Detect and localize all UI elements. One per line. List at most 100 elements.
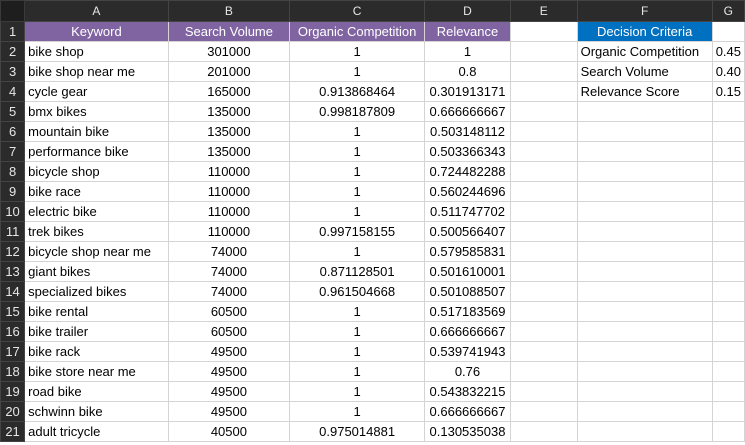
- organic-competition-cell[interactable]: 0.871128501: [289, 261, 426, 282]
- relevance-cell[interactable]: 0.503366343: [424, 141, 511, 162]
- cell[interactable]: [509, 121, 578, 142]
- search-volume-cell[interactable]: 110000: [167, 201, 291, 222]
- cell[interactable]: [576, 241, 713, 262]
- cell[interactable]: [711, 181, 745, 202]
- search-volume-cell[interactable]: 60500: [167, 321, 291, 342]
- organic-competition-cell[interactable]: 1: [289, 401, 426, 422]
- relevance-cell[interactable]: 0.8: [424, 61, 511, 82]
- column-header-f[interactable]: F: [576, 0, 713, 22]
- relevance-cell[interactable]: 0.666666667: [424, 101, 511, 122]
- cell[interactable]: [711, 101, 745, 122]
- organic-competition-cell[interactable]: 1: [289, 241, 426, 262]
- keyword-cell[interactable]: bicycle shop near me: [24, 241, 169, 262]
- row-header[interactable]: 2: [0, 41, 26, 62]
- keyword-cell[interactable]: bike rack: [24, 341, 169, 362]
- organic-competition-cell[interactable]: 0.961504668: [289, 281, 426, 302]
- keyword-cell[interactable]: bicycle shop: [24, 161, 169, 182]
- relevance-cell[interactable]: 0.501088507: [424, 281, 511, 302]
- relevance-cell[interactable]: 0.666666667: [424, 321, 511, 342]
- relevance-cell[interactable]: 0.130535038: [424, 421, 511, 442]
- organic-competition-cell[interactable]: 1: [289, 381, 426, 402]
- row-header[interactable]: 6: [0, 121, 26, 142]
- relevance-cell[interactable]: 0.666666667: [424, 401, 511, 422]
- cell[interactable]: [576, 401, 713, 422]
- relevance-cell[interactable]: 0.517183569: [424, 301, 511, 322]
- cell[interactable]: [509, 81, 578, 102]
- row-header[interactable]: 19: [0, 381, 26, 402]
- keyword-cell[interactable]: bike race: [24, 181, 169, 202]
- cell[interactable]: [576, 181, 713, 202]
- keyword-cell[interactable]: schwinn bike: [24, 401, 169, 422]
- row-header[interactable]: 11: [0, 221, 26, 242]
- cell[interactable]: [509, 401, 578, 422]
- search-volume-cell[interactable]: 110000: [167, 221, 291, 242]
- cell[interactable]: [711, 341, 745, 362]
- relevance-header-cell[interactable]: Relevance: [424, 21, 511, 42]
- cell[interactable]: [711, 421, 745, 442]
- row-header[interactable]: 7: [0, 141, 26, 162]
- row-header[interactable]: 16: [0, 321, 26, 342]
- organic-competition-cell[interactable]: 0.913868464: [289, 81, 426, 102]
- criteria-weight-cell[interactable]: 0.40: [711, 61, 745, 82]
- keyword-cell[interactable]: bike trailer: [24, 321, 169, 342]
- search-volume-cell[interactable]: 301000: [167, 41, 291, 62]
- organic-competition-cell[interactable]: 1: [289, 321, 426, 342]
- cell[interactable]: [576, 381, 713, 402]
- row-header[interactable]: 15: [0, 301, 26, 322]
- relevance-cell[interactable]: 0.579585831: [424, 241, 511, 262]
- keyword-cell[interactable]: specialized bikes: [24, 281, 169, 302]
- cell[interactable]: [711, 121, 745, 142]
- row-header[interactable]: 12: [0, 241, 26, 262]
- search-volume-cell[interactable]: 135000: [167, 141, 291, 162]
- relevance-cell[interactable]: 0.560244696: [424, 181, 511, 202]
- cell[interactable]: [509, 321, 578, 342]
- cell[interactable]: [711, 401, 745, 422]
- search-volume-cell[interactable]: 60500: [167, 301, 291, 322]
- organic-competition-cell[interactable]: 0.997158155: [289, 221, 426, 242]
- criteria-label-cell[interactable]: Organic Competition: [576, 41, 713, 62]
- cell[interactable]: [711, 361, 745, 382]
- search-volume-cell[interactable]: 49500: [167, 361, 291, 382]
- organic-competition-cell[interactable]: 1: [289, 301, 426, 322]
- cell[interactable]: [711, 141, 745, 162]
- cell[interactable]: [576, 421, 713, 442]
- search-volume-cell[interactable]: 49500: [167, 401, 291, 422]
- cell[interactable]: [711, 321, 745, 342]
- cell[interactable]: [711, 261, 745, 282]
- cell[interactable]: [711, 201, 745, 222]
- cell[interactable]: [509, 201, 578, 222]
- search-volume-cell[interactable]: 201000: [167, 61, 291, 82]
- keyword-header-cell[interactable]: Keyword: [24, 21, 169, 42]
- relevance-cell[interactable]: 0.301913171: [424, 81, 511, 102]
- cell[interactable]: [509, 421, 578, 442]
- cell[interactable]: [711, 21, 745, 42]
- organic-competition-cell[interactable]: 1: [289, 41, 426, 62]
- row-header[interactable]: 21: [0, 421, 26, 442]
- cell[interactable]: [509, 381, 578, 402]
- relevance-cell[interactable]: 0.539741943: [424, 341, 511, 362]
- search-volume-cell[interactable]: 49500: [167, 381, 291, 402]
- search-volume-cell[interactable]: 40500: [167, 421, 291, 442]
- keyword-cell[interactable]: cycle gear: [24, 81, 169, 102]
- cell[interactable]: [509, 161, 578, 182]
- cell[interactable]: [711, 161, 745, 182]
- row-header[interactable]: 8: [0, 161, 26, 182]
- cell[interactable]: [509, 281, 578, 302]
- decision-criteria-header-cell[interactable]: Decision Criteria: [576, 21, 713, 42]
- cell[interactable]: [576, 341, 713, 362]
- keyword-cell[interactable]: electric bike: [24, 201, 169, 222]
- search-volume-cell[interactable]: 110000: [167, 181, 291, 202]
- relevance-cell[interactable]: 0.76: [424, 361, 511, 382]
- relevance-cell[interactable]: 0.724482288: [424, 161, 511, 182]
- keyword-cell[interactable]: road bike: [24, 381, 169, 402]
- cell[interactable]: [576, 281, 713, 302]
- select-all-corner[interactable]: [0, 0, 26, 22]
- organic-competition-cell[interactable]: 0.998187809: [289, 101, 426, 122]
- column-header-a[interactable]: A: [24, 0, 169, 22]
- keyword-cell[interactable]: trek bikes: [24, 221, 169, 242]
- keyword-cell[interactable]: adult tricycle: [24, 421, 169, 442]
- organic-competition-cell[interactable]: 1: [289, 141, 426, 162]
- cell[interactable]: [576, 161, 713, 182]
- cell[interactable]: [711, 241, 745, 262]
- search-volume-cell[interactable]: 74000: [167, 261, 291, 282]
